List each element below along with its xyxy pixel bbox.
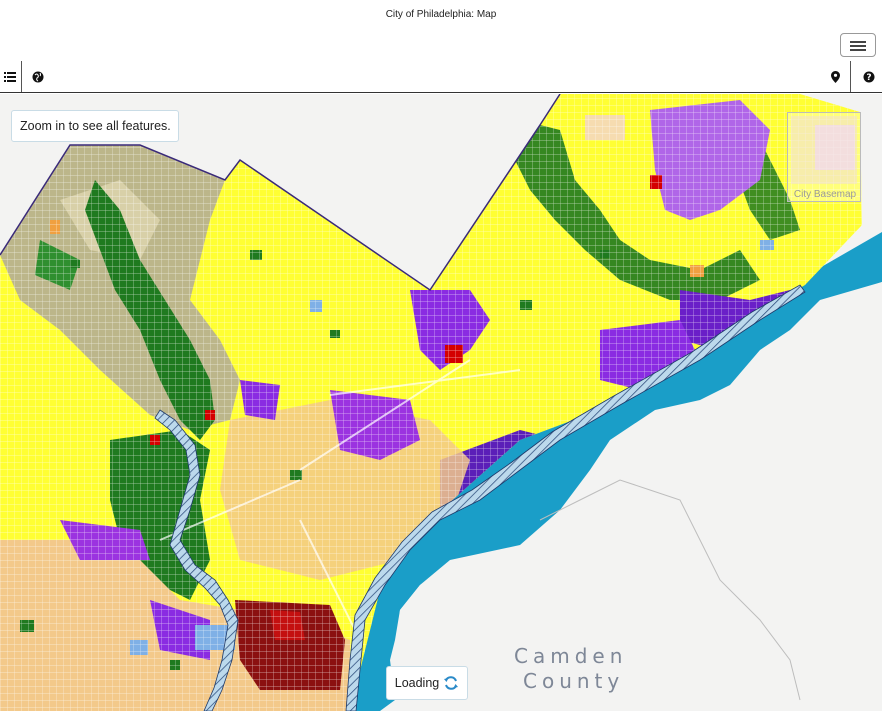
county-label-line1: Camden xyxy=(514,644,628,668)
toolbar-divider xyxy=(850,61,851,92)
refresh-icon xyxy=(444,676,459,690)
help-button[interactable]: ? xyxy=(859,61,879,92)
svg-text:?: ? xyxy=(866,73,871,83)
hamburger-menu-button[interactable] xyxy=(840,33,876,57)
help-circle-icon: ? xyxy=(863,71,875,83)
land-use-map xyxy=(0,94,882,711)
hamburger-line xyxy=(850,45,866,47)
basemap-toggle[interactable]: City Basemap xyxy=(787,112,861,202)
map-marker-icon xyxy=(830,70,840,83)
basemap-toggle-label: City Basemap xyxy=(793,189,857,200)
toolbar-divider xyxy=(21,61,22,92)
hamburger-menu-icon xyxy=(850,41,866,43)
layers-list-button[interactable] xyxy=(0,61,20,92)
zoom-notice: Zoom in to see all features. xyxy=(11,110,179,142)
map-canvas[interactable] xyxy=(0,94,882,711)
loading-indicator: Loading xyxy=(386,666,468,700)
list-icon xyxy=(4,71,16,82)
globe-icon xyxy=(32,71,44,82)
page-title: City of Philadelphia: Map xyxy=(385,9,497,20)
basemap-button[interactable] xyxy=(28,61,48,92)
loading-label: Loading xyxy=(394,676,440,690)
county-label-line2: County xyxy=(523,669,625,693)
hamburger-line xyxy=(850,49,866,51)
basemap-thumbnail xyxy=(791,116,857,184)
map-toolbar: ? xyxy=(0,61,882,93)
location-button[interactable] xyxy=(826,61,844,92)
